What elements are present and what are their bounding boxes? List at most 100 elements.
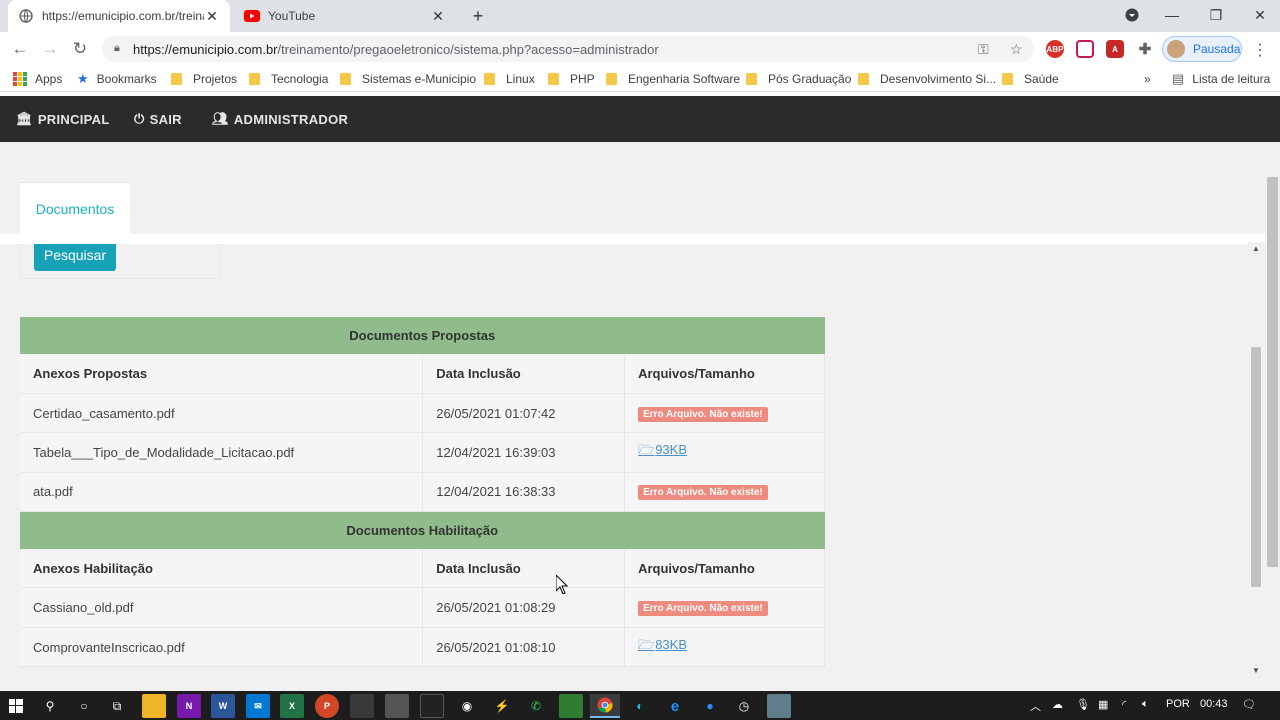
inner-scrollbar[interactable]: ▲ ▼ (1248, 242, 1265, 677)
extensions-puzzle-icon[interactable]: ✚ (1136, 40, 1154, 58)
reading-list-button[interactable]: ▤ Lista de leitura (1172, 70, 1270, 88)
task-view-icon[interactable]: ⧉ (105, 694, 129, 718)
mail-icon[interactable]: ✉ (246, 694, 270, 718)
file-download-link[interactable]: 🗁︎93KB (638, 442, 687, 457)
reload-button[interactable]: ↻ (68, 37, 92, 61)
adblock-plus-icon[interactable]: ABP (1046, 40, 1064, 58)
bookmark-php[interactable]: PHP (548, 70, 595, 88)
folder-icon (171, 73, 182, 85)
profile-button[interactable]: Pausada (1162, 36, 1242, 62)
browser-tab-youtube[interactable]: YouTube ✕ (234, 0, 456, 32)
file-name: ata.pdf (20, 472, 424, 513)
forward-button[interactable]: → (38, 37, 62, 61)
column-header: Arquivos/Tamanho (624, 354, 825, 394)
chevron-up-icon[interactable]: ︿ (1030, 698, 1041, 714)
folder-icon (1002, 73, 1013, 85)
app-icon[interactable] (385, 694, 409, 718)
cortana-icon[interactable]: ○ (72, 694, 96, 718)
bookmark-saude[interactable]: Saúde (1002, 70, 1059, 88)
chrome-icon[interactable] (590, 694, 620, 718)
clock-app-icon[interactable]: ◷ (732, 694, 756, 718)
tab-search-icon[interactable] (1110, 0, 1154, 30)
table-row: ata.pdf 12/04/2021 16:38:33 Erro Arquivo… (20, 472, 825, 513)
restore-button[interactable]: ❐ (1194, 0, 1238, 30)
language-indicator[interactable]: POR (1166, 698, 1190, 710)
tab-panel-top (0, 234, 1265, 244)
star-bookmark-icon[interactable]: ☆ (1010, 41, 1023, 58)
users-icon: 👥︎ (212, 111, 229, 126)
key-icon[interactable]: ⚿ (978, 41, 989, 58)
scrollbar-thumb[interactable] (1267, 177, 1278, 567)
word-icon[interactable]: W (211, 694, 235, 718)
browser-tab-strip: https://emunicipio.com.br/treina ✕ YouTu… (0, 0, 1280, 32)
close-tab-icon[interactable]: ✕ (430, 8, 446, 25)
bookmark-pos-graduacao[interactable]: Pós Graduação (746, 70, 851, 88)
app-icon[interactable] (559, 694, 583, 718)
close-tab-icon[interactable]: ✕ (204, 8, 220, 25)
acrobat-icon[interactable]: A (1106, 40, 1124, 58)
app-icon[interactable]: ◉ (455, 694, 479, 718)
new-tab-button[interactable]: + (468, 6, 488, 26)
date-cell: 26/05/2021 01:08:29 (422, 587, 626, 628)
browser-tab-emunicipio[interactable]: https://emunicipio.com.br/treina ✕ (8, 0, 230, 32)
search-icon[interactable]: ⚲ (38, 694, 62, 718)
wifi-icon[interactable]: ◜ (1122, 698, 1126, 711)
nav-administrador[interactable]: 👥︎ ADMINISTRADOR (212, 96, 348, 142)
clock[interactable]: 00:43 (1200, 698, 1228, 710)
bookmark-sistemas[interactable]: Sistemas e-Municipio (340, 70, 476, 88)
onedrive-icon[interactable]: ☁ (1052, 698, 1063, 711)
lock-icon: 🔒︎ (114, 42, 120, 54)
scroll-down-arrow-icon[interactable]: ▼ (1252, 666, 1260, 675)
excel-icon[interactable]: X (280, 694, 304, 718)
minimize-button[interactable]: — (1150, 0, 1194, 30)
address-bar[interactable]: 🔒︎ https://emunicipio.com.br/treinamento… (102, 36, 1034, 62)
terminal-icon[interactable] (420, 694, 444, 718)
bookmark-engenharia[interactable]: Engenharia Software (606, 70, 740, 88)
notepad-icon[interactable] (350, 694, 374, 718)
bookmark-projetos[interactable]: Projetos (171, 70, 237, 88)
nav-principal[interactable]: 🏛︎ PRINCIPAL (16, 96, 110, 142)
notifications-icon[interactable]: 🗨︎ (1242, 698, 1256, 711)
page-scrollbar[interactable] (1265, 142, 1280, 691)
table-header-row: Anexos Habilitação Data Inclusão Arquivo… (20, 548, 825, 589)
app-icon[interactable] (767, 694, 791, 718)
scrollbar-thumb[interactable] (1251, 347, 1261, 587)
bookmark-bookmarks[interactable]: ★ Bookmarks (77, 70, 157, 88)
network-icon[interactable]: ▦ (1098, 698, 1108, 711)
nav-sair[interactable]: ⏻ SAIR (134, 96, 182, 142)
folder-icon (249, 73, 260, 85)
file-explorer-icon[interactable] (142, 694, 166, 718)
whatsapp-icon[interactable]: ✆ (524, 694, 548, 718)
bookmark-desenvolvimento[interactable]: Desenvolvimento Si... (858, 70, 996, 88)
date-cell: 26/05/2021 01:07:42 (422, 393, 626, 434)
column-header: Data Inclusão (422, 548, 626, 589)
bookmark-tecnologia[interactable]: Tecnologia (249, 70, 328, 88)
more-bookmarks-button[interactable]: » (1144, 70, 1151, 88)
scroll-up-arrow-icon[interactable]: ▲ (1252, 244, 1260, 253)
folder-icon (484, 73, 495, 85)
back-button[interactable]: ← (8, 37, 32, 61)
onenote-icon[interactable]: N (177, 694, 201, 718)
folder-open-icon: 🗁︎ (638, 637, 655, 653)
close-window-button[interactable]: ✕ (1238, 0, 1280, 30)
bookmark-apps[interactable]: Apps (13, 70, 62, 88)
tab-documentos[interactable]: Documentos (20, 182, 130, 234)
volume-icon[interactable]: 🔈︎ (1142, 698, 1149, 711)
browser-toolbar: ← → ↻ 🔒︎ https://emunicipio.com.br/trein… (0, 32, 1280, 66)
edge-icon[interactable]: ◐ (628, 694, 652, 718)
table-header-row: Anexos Propostas Data Inclusão Arquivos/… (20, 354, 825, 394)
pocket-icon[interactable] (1076, 40, 1094, 58)
powerpoint-icon[interactable]: P (315, 694, 339, 718)
windows-start-icon[interactable] (4, 694, 28, 718)
zoom-icon[interactable]: ● (698, 694, 722, 718)
file-download-link[interactable]: 🗁︎83KB (638, 637, 687, 652)
microphone-icon[interactable]: 🎙︎ (1076, 698, 1090, 711)
column-header: Anexos Habilitação (20, 548, 424, 589)
tab-title: YouTube (268, 9, 316, 23)
url-text[interactable]: https://emunicipio.com.br/treinamento/pr… (133, 42, 659, 57)
flash-icon[interactable]: ⚡ (490, 694, 514, 718)
kebab-menu-icon[interactable]: ⋮ (1252, 40, 1268, 60)
search-button[interactable]: Pesquisar (34, 244, 116, 271)
ie-icon[interactable]: e (663, 694, 687, 718)
bookmark-linux[interactable]: Linux (484, 70, 535, 88)
